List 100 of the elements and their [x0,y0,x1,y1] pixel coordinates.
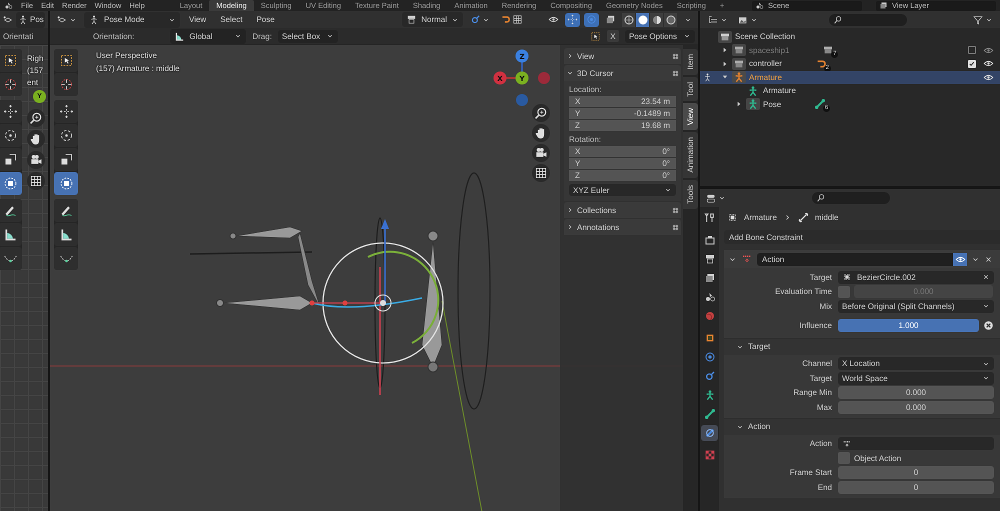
tool-button[interactable] [54,100,78,123]
number-field[interactable]: 0 [838,466,994,480]
tool-button[interactable] [54,73,78,96]
tool-button[interactable] [0,172,22,195]
panel-header[interactable]: View [564,48,681,64]
tool-button[interactable] [0,49,22,72]
mode-dropdown[interactable]: Pos [16,12,45,28]
object-field[interactable]: BezierCircle.002 [838,270,994,284]
clear-icon[interactable] [983,320,994,331]
number-field[interactable]: 0.000 [838,400,994,414]
negative-axis-handle[interactable] [516,94,528,106]
subpanel-header[interactable]: Target [724,338,1000,354]
sidebar-tab[interactable]: Tools [683,180,698,209]
tool-button[interactable] [0,100,22,123]
breadcrumb-item[interactable]: middle [814,213,838,222]
number-field[interactable]: 0 [838,480,994,494]
tool-button[interactable] [0,73,22,96]
shading-mode-button[interactable] [636,12,649,26]
field-label: Action [808,439,832,448]
number-field[interactable]: 0.000 [838,386,994,400]
tool-button[interactable] [54,223,78,246]
app-logo-icon[interactable] [4,1,13,10]
view-control-button[interactable] [27,109,45,127]
sidebar-tab[interactable]: View [683,103,698,130]
menu-item[interactable]: Pose [251,15,280,24]
outliner-row[interactable]: Armature [700,84,1000,98]
outliner-row[interactable]: Scene Collection [700,30,1000,44]
scale-icon [58,152,74,167]
sidebar-tab[interactable]: Tool [683,76,698,102]
field-label: Influence [798,321,832,330]
pose-mode-icon[interactable] [702,72,713,82]
search-field[interactable] [829,14,907,26]
checkbox[interactable] [838,286,850,298]
armature-drawing[interactable] [190,217,444,395]
dashed-box-icon[interactable] [590,30,601,42]
enable-toggle[interactable] [953,252,967,266]
outliner-row[interactable]: Armature [700,70,1000,84]
properties-tab[interactable] [701,425,718,441]
viewport-toggle-button[interactable] [565,12,580,26]
panel-header[interactable]: Annotations [564,219,681,235]
shading-mode-button[interactable] [664,12,677,26]
sidebar-tab[interactable]: Animation [683,132,698,178]
dropdown[interactable]: World Space [838,372,994,385]
field-label: End [816,482,832,492]
expand-right-icon[interactable] [721,60,729,68]
close-icon[interactable] [984,254,993,264]
expand-right-icon[interactable] [735,100,743,108]
pose-options-dropdown[interactable]: Pose Options [624,30,695,42]
tool-button[interactable] [0,223,22,246]
number-field[interactable]: X 0° [569,146,676,157]
view-control-button[interactable] [532,104,550,122]
tool-button[interactable] [0,124,22,147]
checkbox[interactable] [838,452,850,464]
mirror-x-button[interactable]: X [606,30,619,42]
subpanel-header[interactable]: Action [724,418,1000,434]
breadcrumb-item[interactable]: Armature [744,213,777,222]
sidebar-tab[interactable]: Item [683,49,698,75]
rotate-icon [58,128,74,143]
view-control-button[interactable] [532,124,550,142]
tool-button[interactable] [54,172,78,195]
negative-axis-handle[interactable] [538,72,550,84]
view-control-button[interactable] [27,172,45,190]
zoom-icon [534,106,548,120]
shading-mode-button[interactable] [622,12,635,26]
panel-header[interactable]: Collections [564,202,681,218]
tool-button[interactable] [54,124,78,147]
tool-button[interactable] [0,148,22,171]
object-icon [842,272,852,282]
shading-mode-button[interactable] [650,12,663,26]
slider-track[interactable]: 1.000 [838,319,979,332]
number-field[interactable]: Y -0.1489 m [569,108,676,119]
tool-button[interactable] [0,247,22,270]
tool-button[interactable] [54,199,78,222]
transform-pivot-dropdown[interactable]: Normal [402,12,463,27]
view-control-button[interactable] [27,151,45,169]
rotation-mode-dropdown[interactable]: XYZ Euler [569,184,676,196]
solid-sphere-icon [638,14,648,24]
number-field[interactable]: Z 19.68 m [569,120,676,131]
menu-item[interactable]: View [184,15,212,24]
view-control-button[interactable] [532,164,550,182]
action-field[interactable] [838,437,994,450]
number-field[interactable]: X 23.54 m [569,96,676,107]
view-control-button[interactable] [27,130,45,148]
search-field[interactable] [812,192,890,204]
mode-dropdown[interactable]: Pose Mode [84,12,180,28]
tool-button[interactable] [54,49,78,72]
drag-dropdown[interactable]: Select Box [278,30,338,42]
orientation-dropdown[interactable]: Global [170,28,246,44]
dropdown[interactable]: Before Original (Split Channels) [838,300,994,313]
menu-item[interactable]: Select [215,15,248,24]
viewport-toggle-button[interactable] [584,12,599,26]
add-constraint-button[interactable]: Add Bone Constraint [724,230,1000,244]
dropdown[interactable]: X Location [838,357,994,370]
panel-header[interactable]: 3D Cursor [564,65,681,81]
name-field[interactable]: Action [757,252,953,266]
number-field[interactable]: Z 0° [569,170,676,181]
tool-button[interactable] [54,148,78,171]
number-field[interactable]: Y 0° [569,158,676,169]
view-control-button[interactable] [532,144,550,162]
tool-button[interactable] [0,199,22,222]
